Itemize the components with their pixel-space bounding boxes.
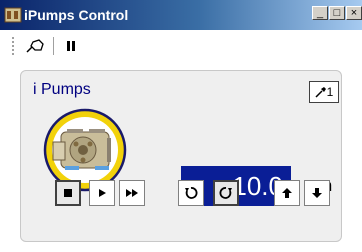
- maximize-button[interactable]: □: [329, 6, 345, 20]
- run-button[interactable]: [89, 180, 115, 206]
- stop-button[interactable]: [55, 180, 81, 206]
- panel-title: i Pumps: [33, 81, 91, 98]
- app-icon: [4, 7, 22, 23]
- connect-button[interactable]: [24, 36, 46, 56]
- pump-panel: i Pumps 1 10.0 rpm: [20, 70, 342, 242]
- toolbar: [0, 30, 362, 60]
- wrench-icon: [315, 87, 326, 98]
- pause-icon: [67, 41, 75, 51]
- fast-forward-icon: [126, 189, 138, 197]
- window-title: iPumps Control: [24, 7, 129, 23]
- speed-down-button[interactable]: [304, 180, 330, 206]
- toolbar-separator: [53, 37, 54, 55]
- rotate-ccw-icon: [219, 187, 232, 199]
- title-bar[interactable]: iPumps Control _ □ ×: [0, 0, 362, 30]
- play-icon: [99, 189, 106, 197]
- minimize-button[interactable]: _: [312, 6, 328, 20]
- counter-clockwise-button[interactable]: [213, 180, 239, 206]
- plug-icon: [26, 39, 44, 53]
- stop-icon: [64, 189, 72, 197]
- close-button[interactable]: ×: [346, 6, 362, 20]
- fast-forward-button[interactable]: [119, 180, 145, 206]
- settings-button[interactable]: 1: [309, 81, 339, 103]
- toolbar-grip[interactable]: [12, 37, 16, 55]
- clockwise-button[interactable]: [178, 180, 204, 206]
- rotate-cw-icon: [185, 187, 198, 199]
- app-window: iPumps Control _ □ × i Pumps 1 10.0: [0, 0, 362, 252]
- arrow-down-icon: [312, 188, 322, 198]
- arrow-up-icon: [282, 188, 292, 198]
- settings-button-label: 1: [326, 85, 334, 99]
- pause-button[interactable]: [60, 36, 82, 56]
- speed-up-button[interactable]: [274, 180, 300, 206]
